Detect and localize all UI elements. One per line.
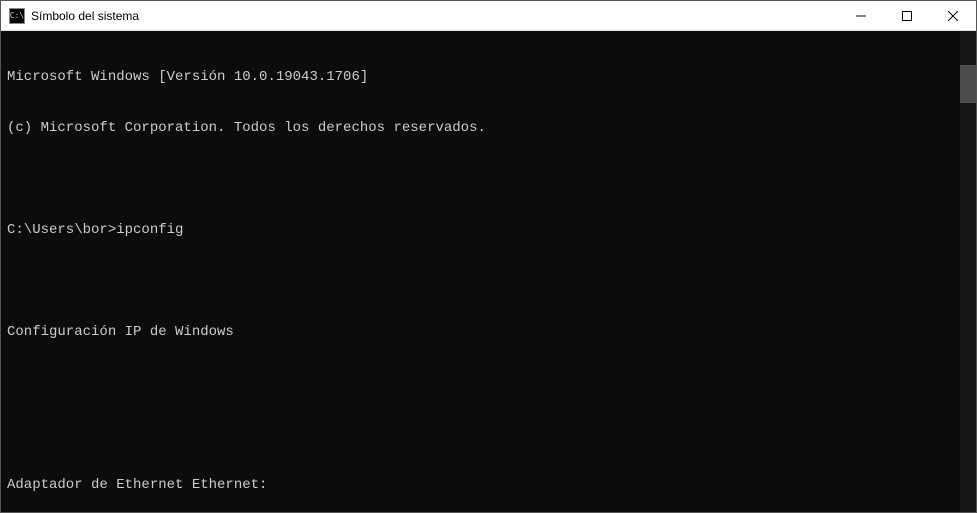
maximize-button[interactable] <box>884 1 930 30</box>
command-text: ipconfig <box>116 222 183 238</box>
cmd-icon: C:\ <box>9 8 25 24</box>
output-line: Configuración IP de Windows <box>7 324 970 341</box>
prompt-line: C:\Users\bor>ipconfig <box>7 222 970 239</box>
output-line: Adaptador de Ethernet Ethernet: <box>7 477 970 494</box>
minimize-button[interactable] <box>838 1 884 30</box>
window-controls <box>838 1 976 30</box>
blank-line <box>7 273 970 290</box>
terminal-area[interactable]: Microsoft Windows [Versión 10.0.19043.17… <box>1 31 976 512</box>
blank-line <box>7 426 970 443</box>
titlebar[interactable]: C:\ Símbolo del sistema <box>1 1 976 31</box>
window-title: Símbolo del sistema <box>31 9 838 23</box>
scrollbar-thumb[interactable] <box>960 65 976 103</box>
prompt: C:\Users\bor> <box>7 222 116 238</box>
blank-line <box>7 375 970 392</box>
output-line: Microsoft Windows [Versión 10.0.19043.17… <box>7 69 970 86</box>
scrollbar-vertical[interactable] <box>960 31 976 512</box>
close-button[interactable] <box>930 1 976 30</box>
command-prompt-window: C:\ Símbolo del sistema Microsoft Window… <box>0 0 977 513</box>
blank-line <box>7 171 970 188</box>
output-line: (c) Microsoft Corporation. Todos los der… <box>7 120 970 137</box>
